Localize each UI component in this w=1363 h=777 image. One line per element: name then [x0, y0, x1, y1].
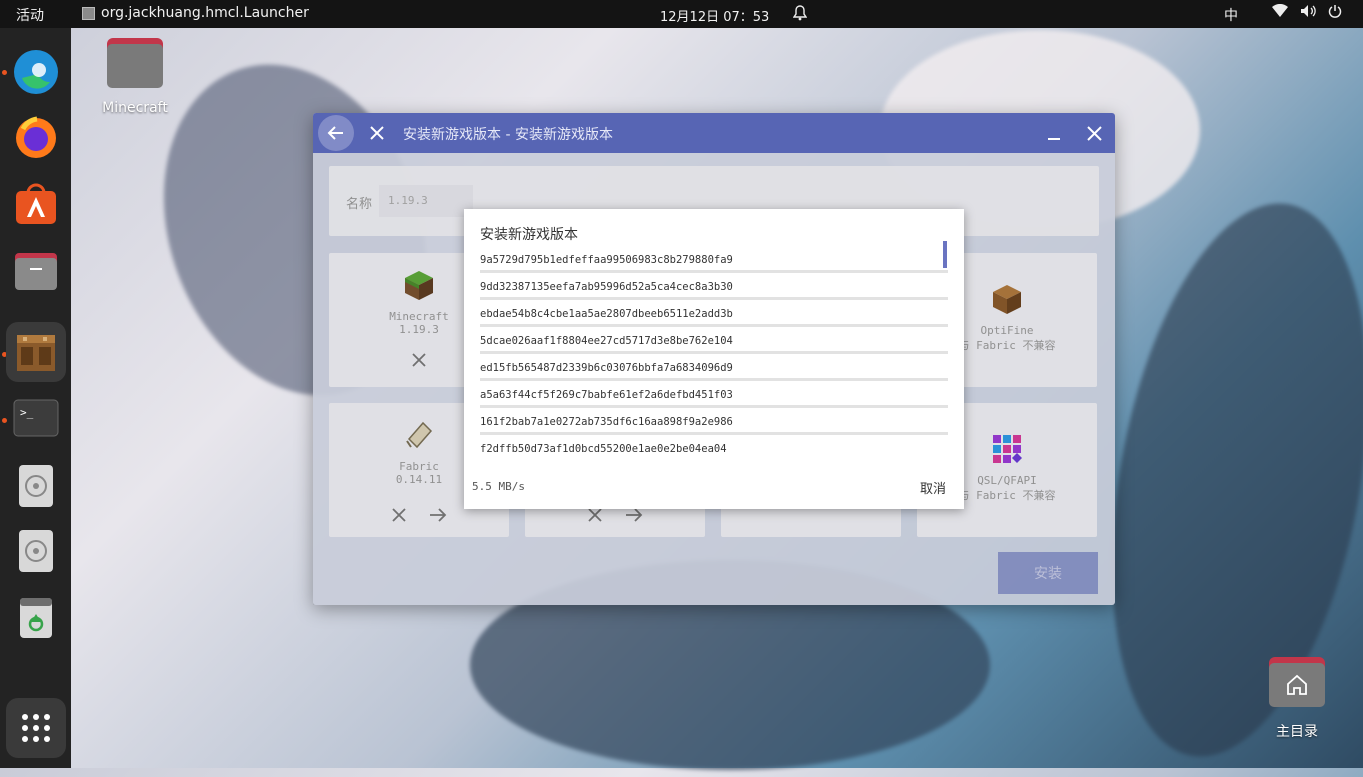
list-item: 161f2bab7a1e0272ab735df6c16aa898f9a2e986: [480, 416, 948, 443]
desktop-icon-label: Minecraft: [102, 100, 168, 116]
notification-bell-icon[interactable]: [792, 5, 808, 25]
desktop-icon-label: 主目录: [1276, 724, 1318, 740]
back-button[interactable]: [318, 115, 354, 151]
task-hash: ed15fb565487d2339b6c03076bbfa7a6834096d9: [480, 362, 733, 374]
dialog-title: 安装新游戏版本: [480, 227, 578, 243]
edge-icon: [14, 50, 58, 94]
window-titlebar[interactable]: 安装新游戏版本 - 安装新游戏版本: [313, 113, 1115, 153]
firefox-icon: [16, 116, 56, 158]
list-item: a5a63f44cf5f269c7babfe61ef2a6defbd451f03: [480, 389, 948, 416]
list-item: ed15fb565487d2339b6c03076bbfa7a6834096d9: [480, 362, 948, 389]
task-progress-bar: [480, 270, 948, 273]
grid-icon: [22, 714, 50, 742]
folder-icon: [107, 38, 163, 88]
window-title: 安装新游戏版本 - 安装新游戏版本: [403, 127, 613, 143]
desktop-home-folder[interactable]: 主目录: [1266, 657, 1328, 741]
list-item: 5dcae026aaf1f8804ee27cd5717d3e8be762e104: [480, 335, 948, 362]
system-tray[interactable]: [1272, 3, 1342, 22]
list-scrollbar[interactable]: [943, 241, 947, 268]
close-icon: [370, 126, 384, 140]
input-method-indicator[interactable]: 中: [1224, 5, 1238, 25]
list-item: ebdae54b8c4cbe1aa5ae2807dbeeb6511e2add3b: [480, 308, 948, 335]
task-hash: a5a63f44cf5f269c7babfe61ef2a6defbd451f03: [480, 389, 733, 401]
download-speed: 5.5 MB/s: [472, 480, 525, 493]
volume-icon: [1300, 4, 1316, 22]
minimize-button[interactable]: [1045, 125, 1063, 143]
dock-trash[interactable]: [6, 587, 66, 647]
task-progress-bar: [480, 405, 948, 408]
dock-edge[interactable]: [6, 42, 66, 102]
wifi-icon: [1272, 3, 1288, 22]
activities-button[interactable]: 活动: [16, 5, 44, 25]
task-hash: 9a5729d795b1edfeffaa99506983c8b279880fa9: [480, 254, 733, 266]
install-progress-dialog: 安装新游戏版本 9a5729d795b1edfeffaa99506983c8b2…: [464, 209, 964, 509]
power-icon: [1328, 4, 1342, 22]
top-bar: 活动 org.jackhuang.hmcl.Launcher 12月12日 07…: [0, 0, 1363, 28]
svg-text:>_: >_: [20, 406, 34, 419]
list-item: 9a5729d795b1edfeffaa99506983c8b279880fa9: [480, 254, 948, 281]
task-hash: 9dd32387135eefa7ab95996d52a5ca4cec8a3b30: [480, 281, 733, 293]
app-name: org.jackhuang.hmcl.Launcher: [101, 5, 309, 21]
dock-firefox[interactable]: [6, 108, 66, 168]
dock-hmcl-launcher[interactable]: [6, 322, 66, 382]
list-item: f2dffb50d73af1d0bcd55200e1ae0e2be04ea04: [480, 443, 948, 470]
task-hash: f2dffb50d73af1d0bcd55200e1ae0e2be04ea04: [480, 443, 727, 455]
task-progress-bar: [480, 432, 948, 435]
dock-disc-1[interactable]: [6, 456, 66, 516]
app-cube-icon: [82, 6, 95, 20]
minimize-icon: [1048, 138, 1060, 140]
task-progress-bar: [480, 378, 948, 381]
dock-app-center[interactable]: [6, 174, 66, 234]
folder-icon: [15, 253, 57, 290]
home-folder-icon: [1269, 657, 1325, 707]
crafting-table-icon: [17, 335, 55, 371]
desktop-minecraft-folder[interactable]: Minecraft: [99, 38, 171, 116]
list-item: 9dd32387135eefa7ab95996d52a5ca4cec8a3b30: [480, 281, 948, 308]
disc-icon: [19, 530, 53, 572]
close-icon: [1086, 125, 1102, 141]
cancel-button[interactable]: 取消: [920, 478, 946, 497]
dock-disc-2[interactable]: [6, 521, 66, 581]
dock: >_: [0, 28, 71, 768]
app-center-icon: [16, 183, 56, 224]
task-hash: ebdae54b8c4cbe1aa5ae2807dbeeb6511e2add3b: [480, 308, 733, 320]
clock[interactable]: 12月12日 07：53: [660, 6, 769, 25]
show-apps-button[interactable]: [6, 698, 66, 758]
app-menu[interactable]: org.jackhuang.hmcl.Launcher: [82, 5, 309, 21]
dock-terminal[interactable]: >_: [6, 388, 66, 448]
dock-files[interactable]: [6, 240, 66, 300]
arrow-left-icon: [327, 126, 343, 140]
task-hash: 5dcae026aaf1f8804ee27cd5717d3e8be762e104: [480, 335, 733, 347]
window-close-button[interactable]: [1085, 124, 1103, 142]
trash-icon: [20, 598, 52, 638]
terminal-icon: >_: [13, 399, 59, 437]
task-progress-bar: [480, 324, 948, 327]
task-progress-bar: [480, 351, 948, 354]
task-progress-bar: [480, 297, 948, 300]
close-page-button[interactable]: [368, 124, 386, 142]
download-task-list: 9a5729d795b1edfeffaa99506983c8b279880fa9…: [480, 254, 948, 470]
task-hash: 161f2bab7a1e0272ab735df6c16aa898f9a2e986: [480, 416, 733, 428]
disc-icon: [19, 465, 53, 507]
